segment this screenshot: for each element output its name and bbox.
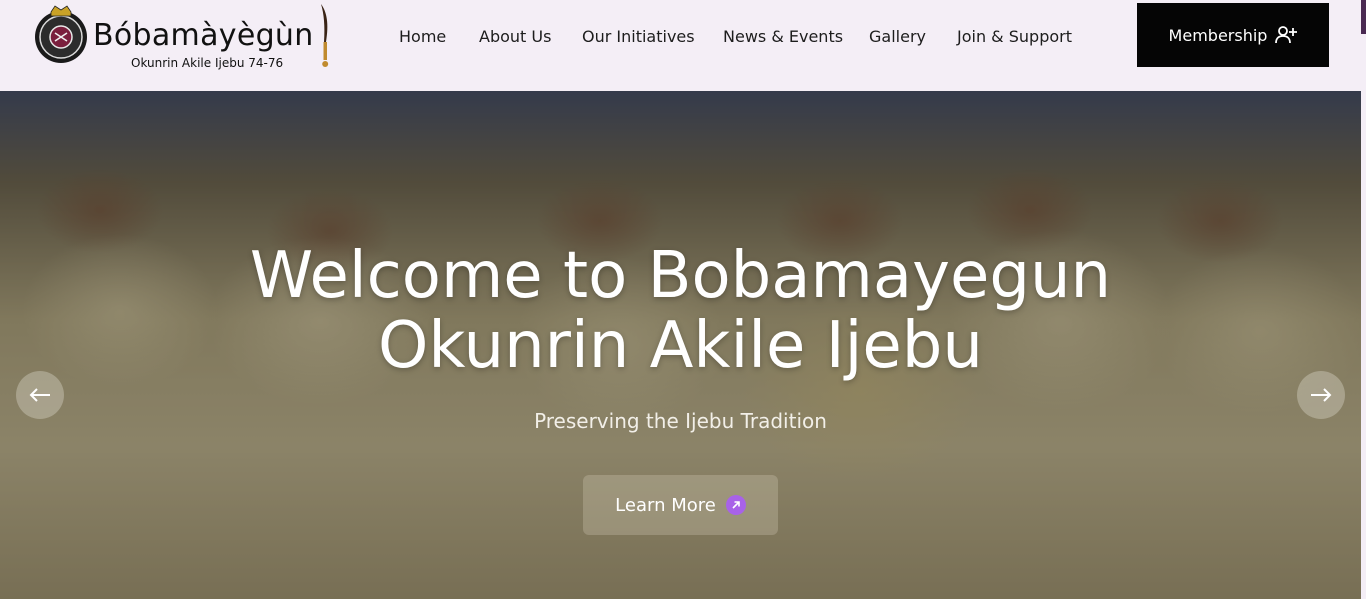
hero-title: Welcome to Bobamayegun Okunrin Akile Ije… (0, 241, 1361, 381)
hero-title-line-1: Welcome to Bobamayegun (249, 239, 1112, 313)
brand-subtitle: Okunrin Akile Ijebu 74-76 (131, 56, 284, 70)
site-header: Bóbamàyègùn Okunrin Akile Ijebu 74-76 Ho… (0, 0, 1366, 91)
slider-next-button[interactable] (1297, 371, 1345, 419)
arrow-up-right-icon (725, 495, 746, 515)
membership-label: Membership (1168, 25, 1268, 45)
hero-slider: Welcome to Bobamayegun Okunrin Akile Ije… (0, 91, 1361, 599)
hero-subtitle: Preserving the Ijebu Tradition (534, 409, 827, 433)
nav-join-support[interactable]: Join & Support (957, 27, 1072, 46)
crest-icon (35, 5, 87, 63)
site-logo[interactable]: Bóbamàyègùn Okunrin Akile Ijebu 74-76 (33, 2, 343, 88)
membership-button[interactable]: Membership (1137, 3, 1329, 67)
brand-name: Bóbamàyègùn (93, 18, 314, 53)
nav-news-events[interactable]: News & Events (723, 27, 843, 46)
arrow-left-icon (29, 388, 50, 402)
learn-more-button[interactable]: Learn More (583, 475, 778, 535)
hero-title-line-2: Okunrin Akile Ijebu (378, 309, 983, 383)
arrow-right-icon (1311, 388, 1332, 402)
scrollbar-marker (1361, 0, 1366, 34)
nav-our-initiatives[interactable]: Our Initiatives (582, 27, 695, 46)
nav-gallery[interactable]: Gallery (869, 27, 926, 46)
user-plus-icon (1275, 26, 1298, 44)
slider-prev-button[interactable] (16, 371, 64, 419)
horsetail-whisk-icon (321, 4, 329, 67)
nav-about-us[interactable]: About Us (479, 27, 551, 46)
learn-more-label: Learn More (615, 494, 716, 516)
nav-home[interactable]: Home (399, 27, 446, 46)
